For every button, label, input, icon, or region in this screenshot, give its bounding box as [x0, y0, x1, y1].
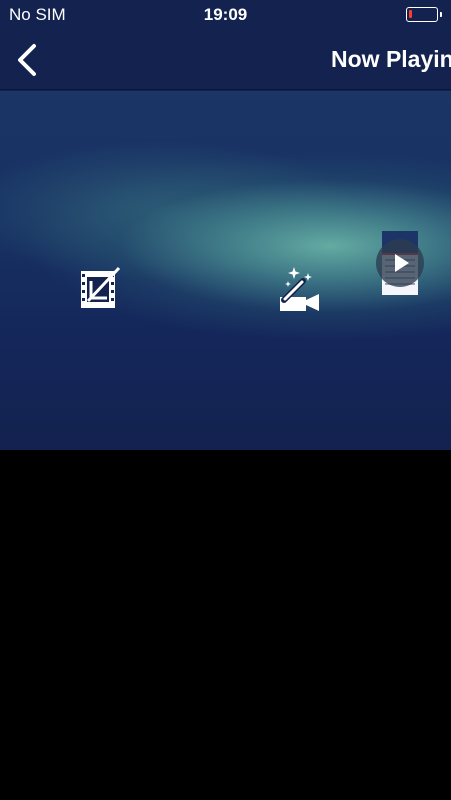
effects-button[interactable]	[275, 265, 325, 315]
battery-level	[409, 10, 412, 18]
empty-bottom-area	[0, 450, 451, 800]
status-time: 19:09	[203, 5, 248, 24]
status-bar: No SIM 19:09	[0, 0, 451, 30]
battery-icon	[406, 7, 438, 22]
back-button[interactable]	[8, 38, 48, 82]
navigation-bar: Now Playing	[0, 30, 451, 90]
play-icon	[395, 254, 409, 272]
crop-button[interactable]	[75, 263, 125, 313]
chevron-left-icon	[18, 44, 36, 76]
magic-wand-video-icon	[280, 267, 319, 311]
page-title: Now Playing	[331, 46, 451, 72]
editor-area: No SIM 19:09 Now Playing	[0, 0, 451, 450]
video-preview	[0, 91, 451, 450]
film-crop-icon	[81, 266, 121, 308]
battery-tip	[440, 12, 442, 17]
screen: No SIM 19:09 Now Playing	[0, 0, 451, 800]
play-button[interactable]	[376, 239, 424, 287]
